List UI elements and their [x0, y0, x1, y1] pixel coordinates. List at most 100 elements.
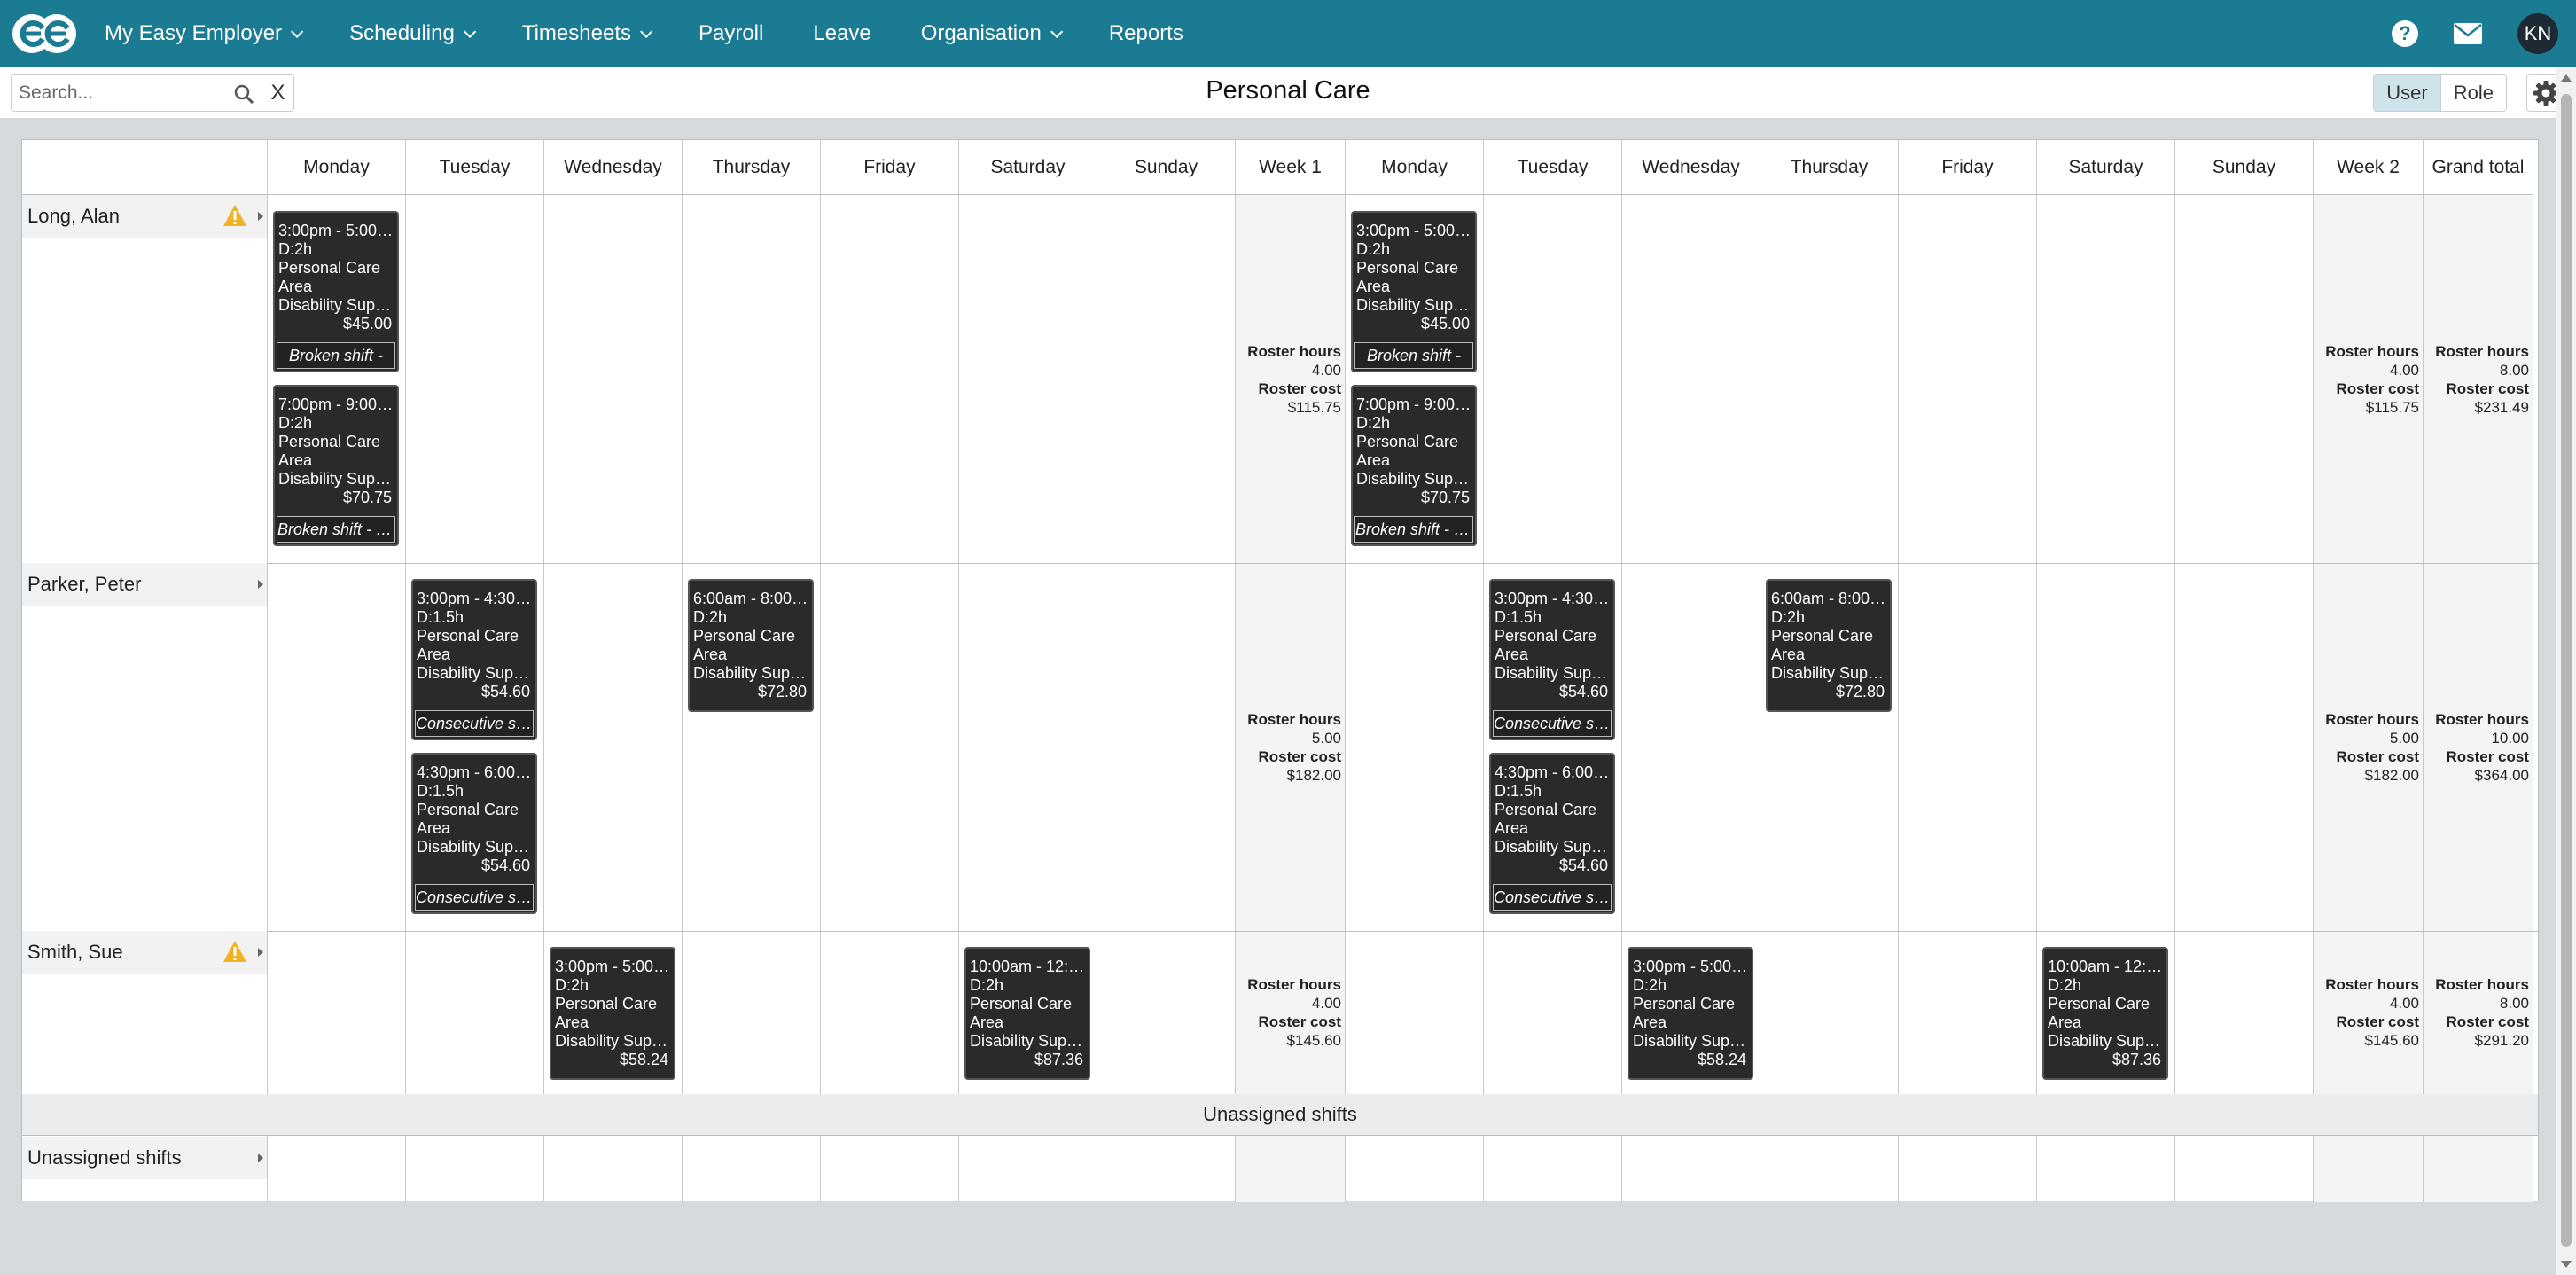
shift-card[interactable]: 4:30pm - 6:00pm D:1.5h Personal Care Area Di… — [411, 753, 537, 914]
expand-arrow-icon[interactable] — [258, 580, 263, 589]
grid-line — [820, 1135, 821, 1202]
shift-time: 7:00pm - 9:00pm — [1356, 395, 1471, 413]
shift-duration: D:2h — [555, 976, 589, 994]
shift-area: Personal Care — [970, 995, 1073, 1013]
shift-card[interactable]: 3:00pm - 4:30pm D:1.5h Personal Care Area Di… — [411, 579, 537, 740]
unassigned-row-label: Unassigned shifts — [27, 1146, 182, 1169]
grid-line — [2174, 195, 2175, 1094]
unassigned-shifts-header: Unassigned shifts — [22, 1094, 2538, 1135]
shift-duration: D:2h — [693, 608, 728, 626]
nav-leave[interactable]: Leave — [813, 21, 870, 46]
shift-duration: D:1.5h — [1495, 608, 1542, 626]
shift-duration: D:2h — [1356, 240, 1391, 258]
shift-cost: $54.60 — [1558, 857, 1608, 874]
nav-scheduling[interactable]: Scheduling — [349, 21, 477, 46]
roster-cost-value: $145.60 — [2364, 1032, 2419, 1049]
grid-line — [1621, 1135, 1622, 1202]
shift-card[interactable]: 6:00am - 8:00am D:2h Personal Care Area Disa… — [688, 579, 814, 712]
roster-totals: Roster hours 4.00 Roster cost $145.60 — [2314, 975, 2419, 1050]
search-input[interactable] — [12, 82, 233, 104]
chevron-down-icon — [291, 25, 304, 38]
roster-cost-label: Roster cost — [2336, 379, 2419, 397]
roster-cost-value: $182.00 — [2364, 766, 2419, 784]
shift-card[interactable]: 10:00am - 12:0... D:2h Personal Care Area Di… — [2042, 947, 2168, 1080]
search-icon[interactable] — [233, 83, 254, 105]
expand-arrow-icon[interactable] — [258, 212, 263, 221]
column-header: Week 2 — [2313, 140, 2423, 195]
nav-reports[interactable]: Reports — [1109, 21, 1183, 46]
expand-arrow-icon[interactable] — [258, 1154, 263, 1162]
roster-cost-value: $231.49 — [2474, 398, 2529, 416]
column-header: Sunday — [1097, 140, 1235, 195]
scroll-up-arrow[interactable] — [2561, 74, 2572, 82]
grid-line — [267, 1135, 268, 1202]
roster-grid: Monday Tuesday Wednesday Thursday Friday Satu… — [21, 139, 2539, 1202]
shift-card[interactable]: 6:00am - 8:00am D:2h Personal Care Area Disa… — [1766, 579, 1892, 712]
easy-employer-logo[interactable] — [11, 12, 78, 55]
shift-cost: $45.00 — [342, 315, 392, 332]
shift-card[interactable]: 3:00pm - 5:00pm D:2h Personal Care Area Disa… — [273, 211, 399, 372]
shift-card[interactable]: 4:30pm - 6:00pm D:1.5h Personal Care Area Di… — [1489, 753, 1615, 914]
shift-cost: $58.24 — [1697, 1051, 1746, 1068]
scroll-thumb[interactable] — [2561, 94, 2572, 1247]
roster-cost-value: $291.20 — [2474, 1032, 2529, 1049]
nav-my-easy-employer[interactable]: My Easy Employer — [105, 21, 304, 46]
help-icon[interactable]: ? — [2392, 20, 2418, 47]
grid-line — [2423, 195, 2424, 1094]
shift-card[interactable]: 3:00pm - 5:00pm D:2h Personal Care Area Disa… — [550, 947, 675, 1080]
scroll-down-arrow[interactable] — [2561, 1261, 2572, 1268]
mail-icon[interactable] — [2454, 23, 2482, 44]
shift-area-suffix: Area — [1633, 1013, 1667, 1031]
shift-tag: Consecutive shift — [415, 710, 534, 737]
nav-item-label: Timesheets — [521, 21, 631, 45]
shift-cost: $72.80 — [1835, 683, 1885, 700]
shift-area-suffix: Area — [278, 451, 313, 469]
expand-arrow-icon[interactable] — [258, 948, 263, 957]
shift-duration: D:2h — [1633, 976, 1667, 994]
shift-duration: D:2h — [2048, 976, 2082, 994]
shift-card[interactable]: 7:00pm - 9:00pm D:2h Personal Care Area Disa… — [1351, 385, 1477, 546]
shift-role: Disability Suppo... — [1495, 838, 1610, 856]
grid-line — [2313, 1135, 2314, 1202]
employee-name: Smith, Sue — [27, 941, 123, 963]
shift-area-suffix: Area — [1495, 819, 1529, 837]
chevron-down-icon — [640, 25, 653, 38]
employee-row-header[interactable]: Smith, Sue — [22, 931, 267, 974]
grid-line — [543, 195, 544, 1094]
shift-tag: Consecutive shift — [1493, 710, 1612, 737]
column-header: Friday — [820, 140, 958, 195]
nav-timesheets[interactable]: Timesheets — [521, 21, 653, 46]
shift-duration: D:1.5h — [1495, 782, 1542, 800]
warning-icon[interactable] — [222, 940, 247, 963]
employee-row-header[interactable]: Long, Alan — [22, 195, 267, 238]
roster-totals: Roster hours 8.00 Roster cost $291.20 — [2424, 975, 2529, 1050]
view-user-button[interactable]: User — [2374, 75, 2440, 111]
nav-organisation[interactable]: Organisation — [921, 21, 1064, 46]
nav-payroll[interactable]: Payroll — [699, 21, 763, 46]
shift-card[interactable]: 7:00pm - 9:00pm D:2h Personal Care Area Disa… — [273, 385, 399, 546]
shift-card[interactable]: 3:00pm - 5:00pm D:2h Personal Care Area Disa… — [1351, 211, 1477, 372]
shift-card[interactable]: 3:00pm - 5:00pm D:2h Personal Care Area Disa… — [1628, 947, 1753, 1080]
grid-line — [405, 195, 406, 1094]
shift-area: Personal Care — [1495, 627, 1597, 645]
view-role-button[interactable]: Role — [2439, 75, 2506, 111]
shift-cost: $70.75 — [1420, 489, 1470, 506]
column-header: Saturday — [958, 140, 1097, 195]
shift-area: Personal Care — [417, 627, 519, 645]
shift-card[interactable]: 10:00am - 12:0... D:2h Personal Care Area Di… — [964, 947, 1090, 1080]
warning-icon[interactable] — [222, 204, 247, 227]
employee-name: Parker, Peter — [27, 573, 142, 595]
shift-area: Personal Care — [278, 259, 381, 277]
roster-cost-value: $115.75 — [2365, 398, 2419, 416]
employee-row-header[interactable]: Parker, Peter — [22, 563, 267, 606]
roster-cost-value: $182.00 — [1286, 766, 1341, 784]
clear-search-button[interactable]: X — [262, 75, 293, 111]
shift-role: Disability Suppo... — [970, 1032, 1085, 1050]
shift-role: Disability Suppo... — [555, 1032, 670, 1050]
grid-line — [2423, 1135, 2424, 1202]
user-avatar[interactable]: KN — [2517, 13, 2558, 54]
page-scrollbar[interactable] — [2556, 67, 2576, 1275]
shift-card[interactable]: 3:00pm - 4:30pm D:1.5h Personal Care Area Di… — [1489, 579, 1615, 740]
unassigned-row-header[interactable]: Unassigned shifts — [22, 1137, 267, 1179]
column-header: Friday — [1898, 140, 2036, 195]
